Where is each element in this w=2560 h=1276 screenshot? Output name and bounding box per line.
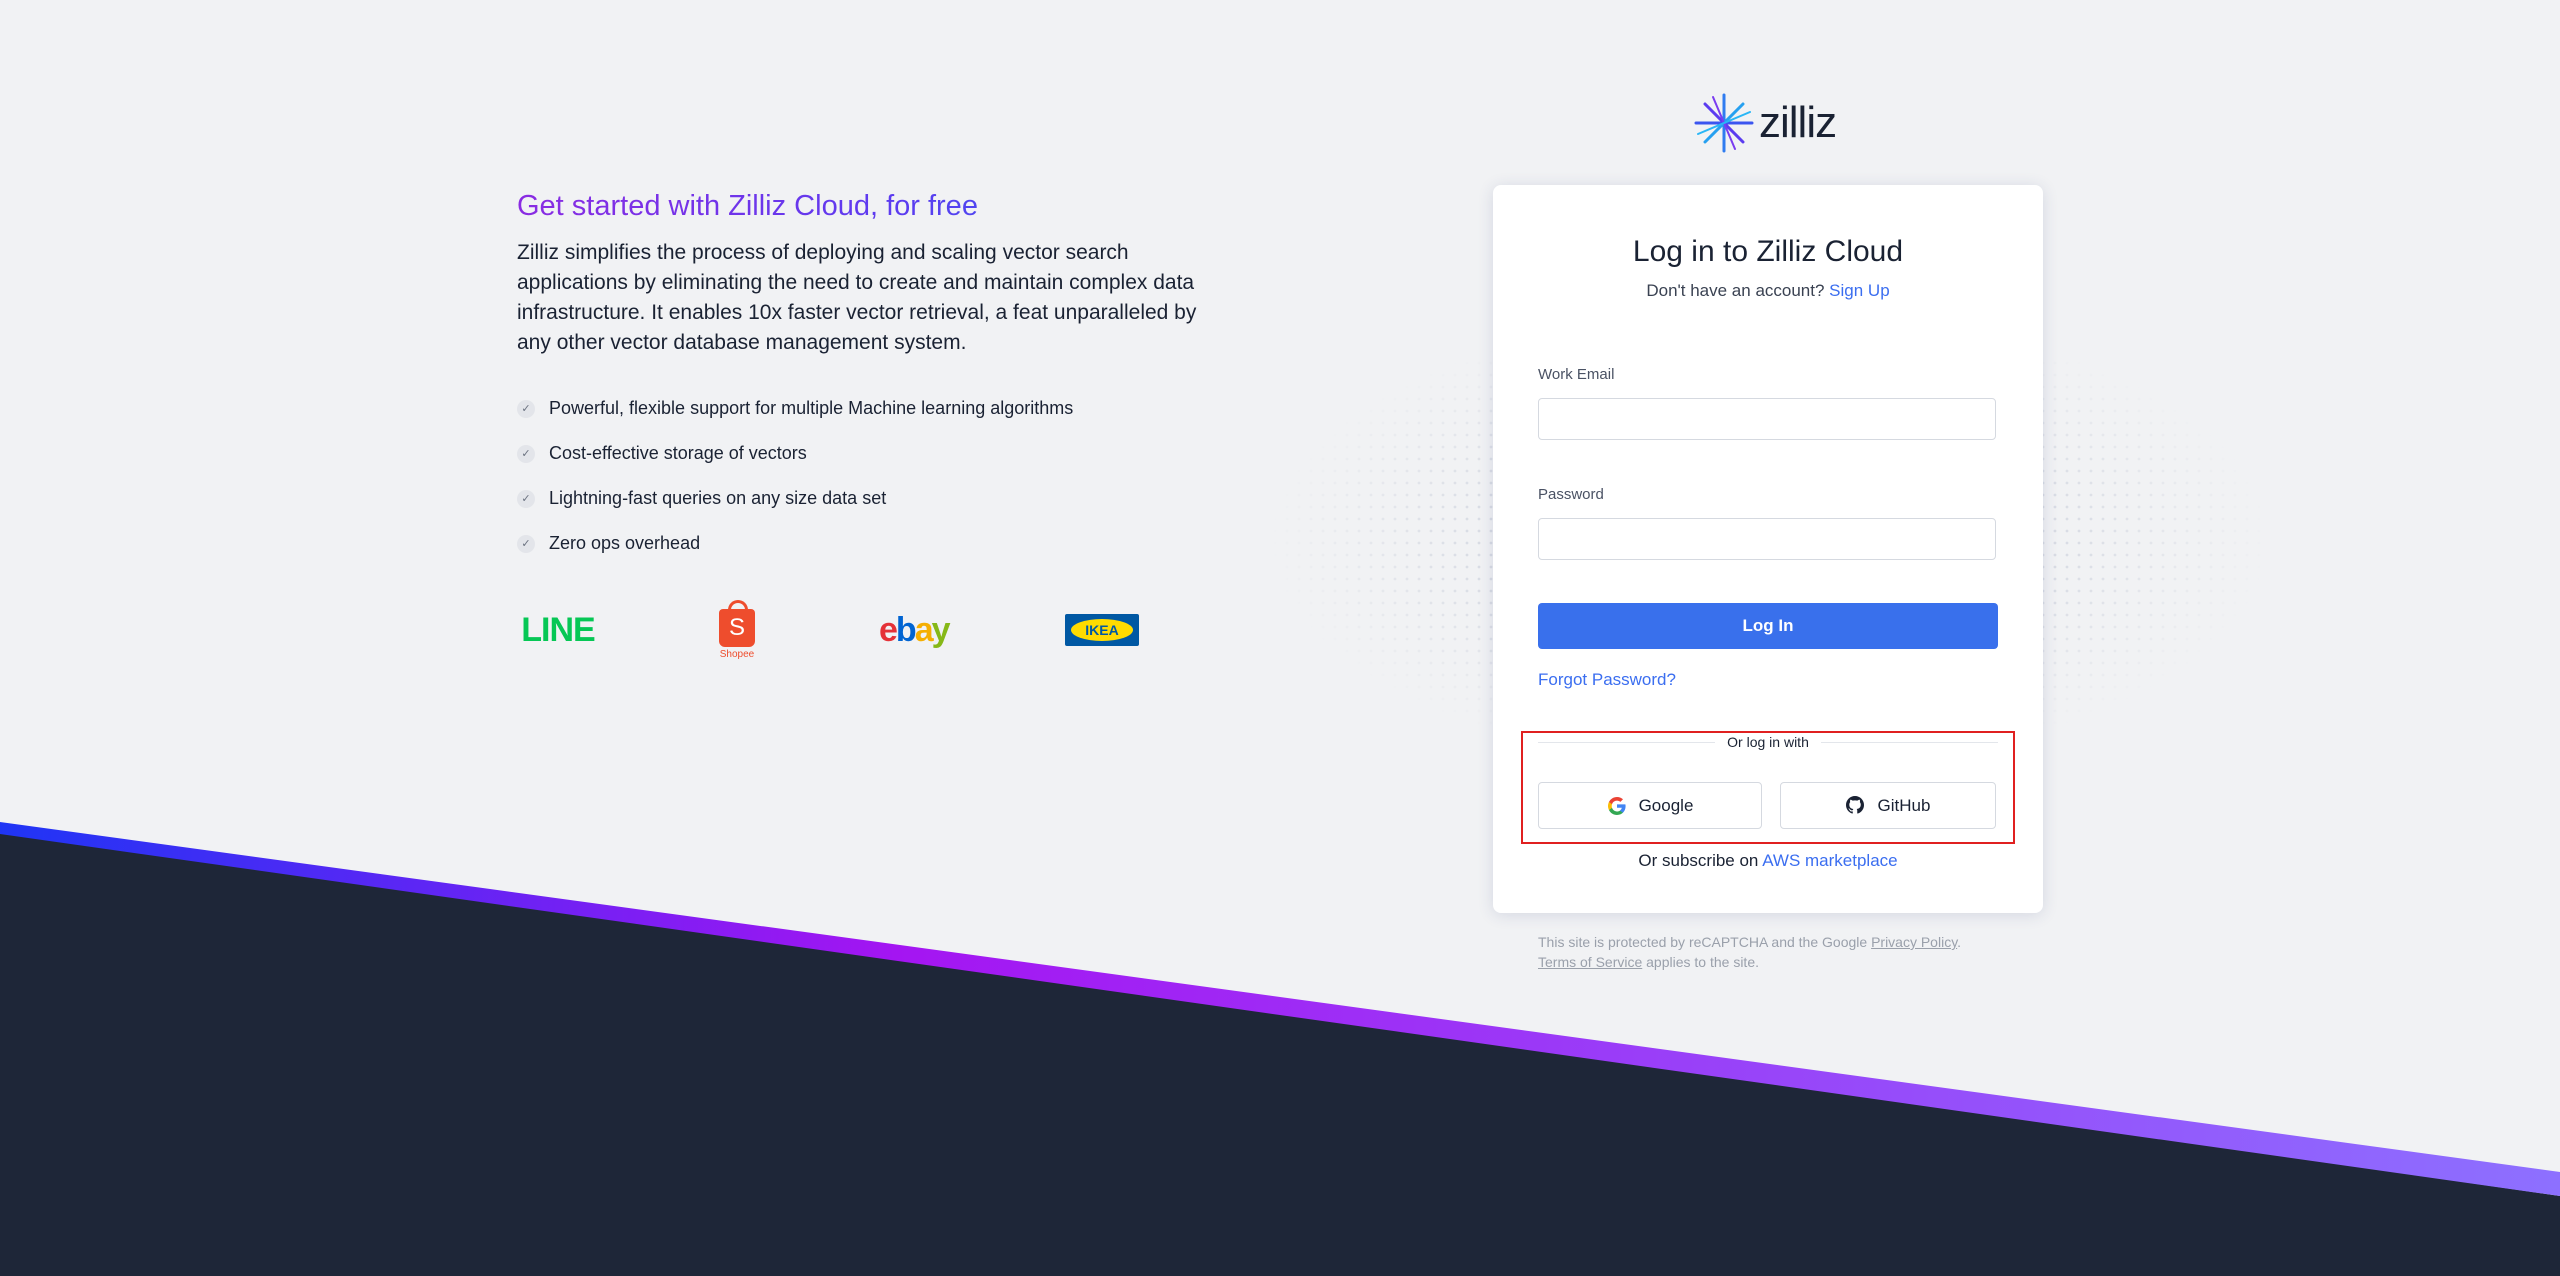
feature-item: ✓ Lightning-fast queries on any size data…: [517, 476, 1217, 521]
login-button[interactable]: Log In: [1538, 603, 1998, 649]
divider-line: [1538, 741, 1716, 743]
ebay-letter: e: [879, 610, 898, 649]
recaptcha-notice: This site is protected by reCAPTCHA and …: [1538, 932, 2018, 972]
check-icon: ✓: [517, 444, 535, 463]
zilliz-starburst-icon: [1694, 93, 1754, 153]
forgot-password-link[interactable]: Forgot Password?: [1538, 670, 1676, 690]
feature-item: ✓ Cost-effective storage of vectors: [517, 431, 1217, 476]
shopee-wordmark: Shopee: [719, 648, 755, 660]
diagonal-band: [0, 826, 2560, 1276]
password-field[interactable]: [1538, 518, 1996, 560]
feature-text: Cost-effective storage of vectors: [549, 443, 807, 463]
period-text: .: [1957, 934, 1962, 950]
marketing-headline: Get started with Zilliz Cloud, for free: [517, 188, 1217, 224]
privacy-policy-link[interactable]: Privacy Policy: [1871, 934, 1957, 950]
github-icon: [1845, 795, 1866, 816]
check-icon: ✓: [517, 534, 535, 553]
or-login-with-text: Or log in with: [1727, 734, 1809, 750]
or-divider: Or log in with: [1538, 732, 1999, 752]
customer-logos: LINE S Shopee ebay IKEA: [517, 599, 1157, 660]
feature-text: Powerful, flexible support for multiple …: [549, 398, 1074, 418]
line-logo: LINE: [521, 610, 595, 649]
subscribe-text: Or subscribe on: [1638, 851, 1759, 870]
brand-name: zilliz: [1759, 98, 1837, 147]
recaptcha-suffix: applies to the site.: [1646, 954, 1759, 970]
aws-subscribe: Or subscribe on AWS marketplace: [1493, 851, 2043, 871]
feature-text: Zero ops overhead: [549, 533, 701, 553]
feature-text: Lightning-fast queries on any size data …: [549, 488, 887, 508]
marketing-lead: Zilliz simplifies the process of deployi…: [517, 241, 1197, 354]
ikea-wordmark: IKEA: [1071, 619, 1133, 641]
google-login-button[interactable]: Google: [1538, 782, 1762, 829]
ebay-letter: a: [914, 610, 934, 649]
github-login-button[interactable]: GitHub: [1780, 782, 1996, 829]
password-label: Password: [1538, 486, 1604, 503]
feature-list: ✓ Powerful, flexible support for multiple…: [517, 386, 1217, 566]
email-field[interactable]: [1538, 398, 1996, 440]
ebay-letter: b: [895, 610, 917, 649]
feature-item: ✓ Zero ops overhead: [517, 521, 1217, 566]
terms-of-service-link[interactable]: Terms of Service: [1538, 954, 1642, 970]
check-icon: ✓: [517, 399, 535, 418]
marketing-panel: Get started with Zilliz Cloud, for free …: [517, 188, 1217, 566]
ebay-letter: y: [931, 610, 951, 649]
feature-item: ✓ Powerful, flexible support for multiple…: [517, 386, 1217, 431]
aws-marketplace-link[interactable]: AWS marketplace: [1762, 851, 1897, 870]
divider-line: [1820, 741, 1999, 743]
github-button-label: GitHub: [1877, 795, 1931, 815]
login-title: Log in to Zilliz Cloud: [1632, 235, 1904, 268]
ikea-logo: IKEA: [1065, 614, 1139, 646]
zilliz-brand: zilliz: [1693, 92, 1837, 154]
signup-prompt: Don't have an account? Sign Up: [1493, 281, 2043, 301]
shopee-logo: S Shopee: [717, 599, 757, 660]
signup-link[interactable]: Sign Up: [1829, 281, 1889, 300]
background-graphic: [0, 300, 2560, 1276]
email-label: Work Email: [1538, 366, 1615, 383]
google-button-label: Google: [1638, 795, 1694, 815]
check-icon: ✓: [517, 489, 535, 508]
shopee-bag-icon: S: [719, 599, 755, 647]
google-icon: [1607, 796, 1627, 816]
no-account-text: Don't have an account?: [1646, 281, 1825, 300]
ebay-logo: ebay: [879, 608, 951, 652]
login-card: Log in to Zilliz Cloud Don't have an acc…: [1493, 185, 2043, 913]
recaptcha-prefix: This site is protected by reCAPTCHA and …: [1538, 934, 1868, 950]
